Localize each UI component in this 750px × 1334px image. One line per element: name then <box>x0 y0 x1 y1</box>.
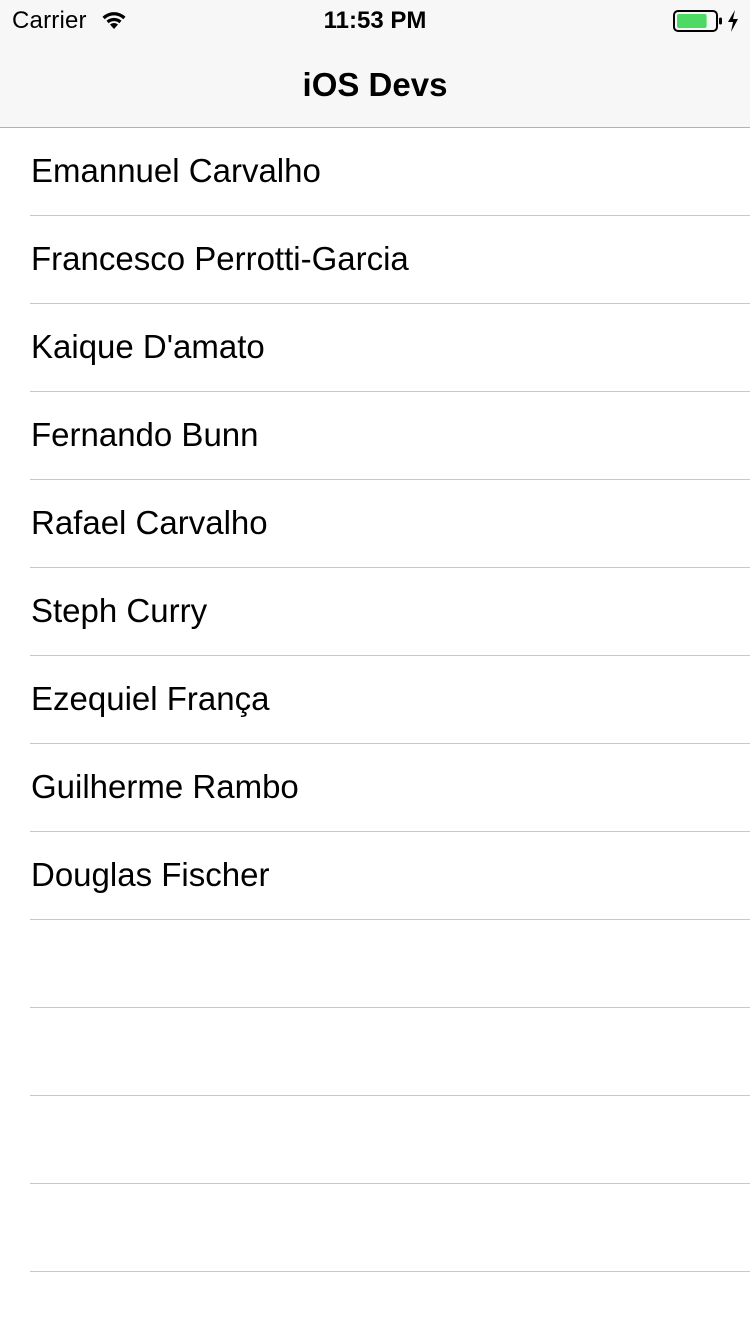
table-row[interactable]: Francesco Perrotti-Garcia <box>0 216 750 304</box>
table-row[interactable]: Kaique D'amato <box>0 304 750 392</box>
table-row[interactable]: Emannuel Carvalho <box>0 128 750 216</box>
table-row-empty <box>0 1008 750 1096</box>
top-chrome: Carrier 11:53 PM iOS Devs <box>0 0 750 128</box>
row-label: Guilherme Rambo <box>31 768 299 805</box>
table-row[interactable]: Fernando Bunn <box>0 392 750 480</box>
table-row[interactable]: Steph Curry <box>0 568 750 656</box>
table-row-empty <box>0 920 750 1008</box>
table-row[interactable]: Guilherme Rambo <box>0 744 750 832</box>
row-label: Steph Curry <box>31 592 208 629</box>
battery-icon <box>673 9 723 33</box>
status-time: 11:53 PM <box>323 7 427 34</box>
table-row[interactable]: Ezequiel França <box>0 656 750 744</box>
table-row-empty <box>0 1096 750 1184</box>
devs-table[interactable]: Emannuel Carvalho Francesco Perrotti-Garc… <box>0 128 750 1334</box>
row-label: Emannuel Carvalho <box>31 152 321 189</box>
row-label: Kaique D'amato <box>31 328 265 365</box>
charging-bolt-icon <box>726 9 740 33</box>
row-label: Fernando Bunn <box>31 416 259 453</box>
row-label: Douglas Fischer <box>31 856 270 893</box>
row-label: Ezequiel França <box>31 680 270 717</box>
page-title: iOS Devs <box>302 66 448 103</box>
row-label: Francesco Perrotti-Garcia <box>31 240 409 277</box>
screen: Carrier 11:53 PM iOS Devs Emannuel Carva… <box>0 0 750 1334</box>
table-row[interactable]: Rafael Carvalho <box>0 480 750 568</box>
table-row-empty <box>0 1272 750 1334</box>
navigation-bar: iOS Devs <box>0 40 750 128</box>
status-bar: Carrier 11:53 PM <box>0 0 750 40</box>
table-row-empty <box>0 1184 750 1272</box>
row-label: Rafael Carvalho <box>31 504 268 541</box>
table-row[interactable]: Douglas Fischer <box>0 832 750 920</box>
